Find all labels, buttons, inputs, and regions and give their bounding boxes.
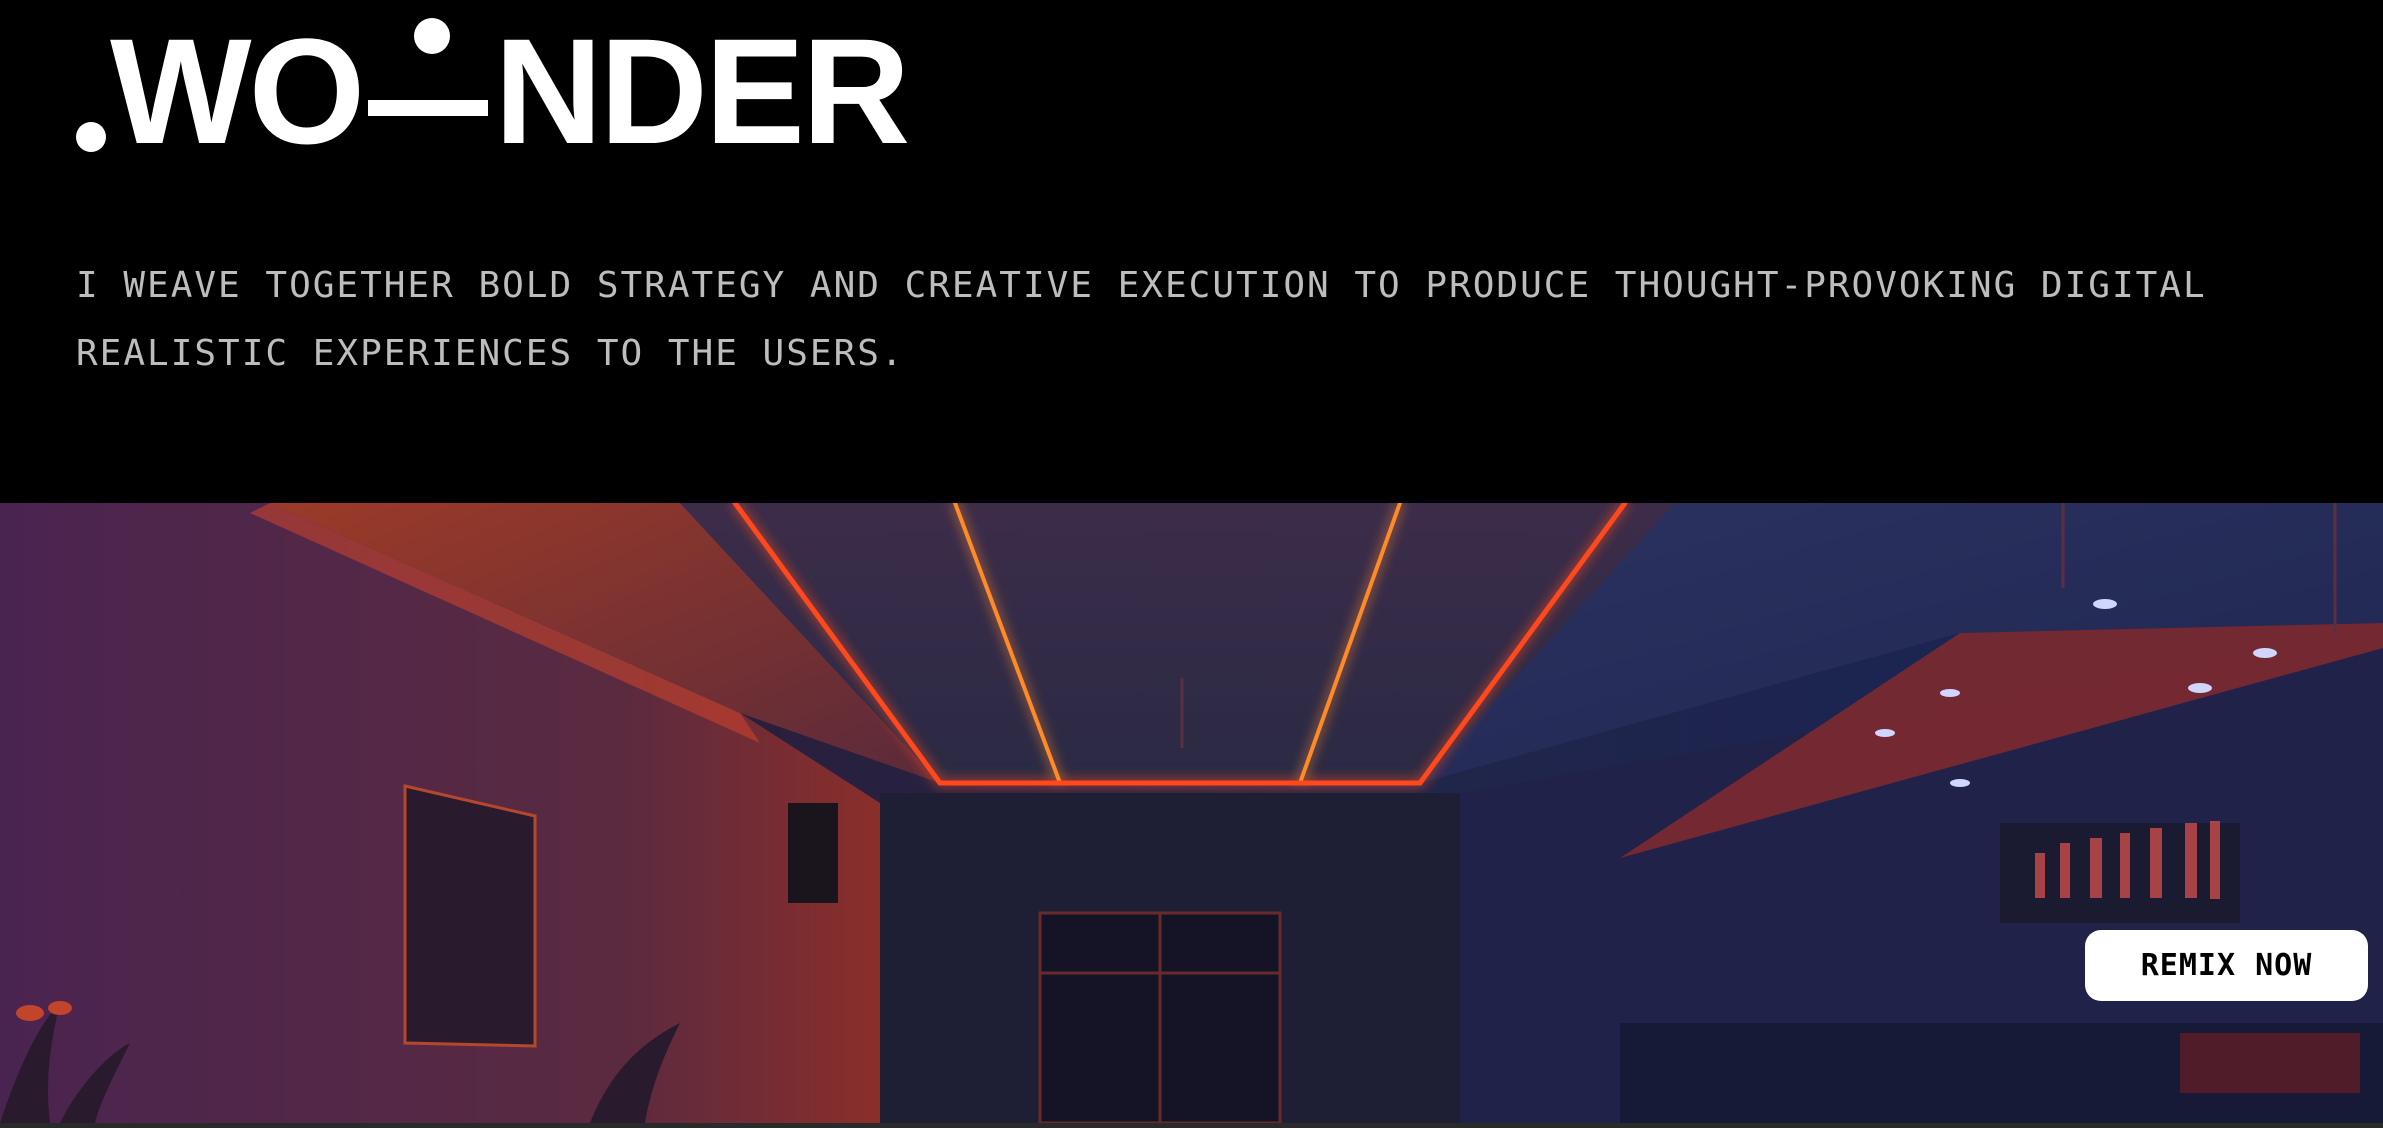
hero-photo-neon-interior: [0, 503, 2383, 1123]
person-glyph-icon: [368, 18, 489, 156]
hero-section: MADE TO CREATE WO NDER I WEAVE TOGETHER …: [0, 0, 2383, 503]
person-glyph-head: [414, 18, 451, 54]
person-glyph-bar: [368, 100, 489, 116]
heading-wonder-right: NDER: [494, 7, 910, 175]
heading-dot-mark: [76, 122, 106, 152]
hero-heading-wonder: WO NDER: [76, 7, 910, 175]
neon-interior-illustration: [0, 503, 2383, 1123]
heading-wonder-left: WO: [110, 7, 365, 175]
bottom-edge-strip: [0, 1123, 2383, 1128]
remix-now-button[interactable]: REMIX NOW: [2085, 930, 2368, 1001]
hero-description: I WEAVE TOGETHER BOLD STRATEGY AND CREAT…: [76, 265, 2207, 374]
